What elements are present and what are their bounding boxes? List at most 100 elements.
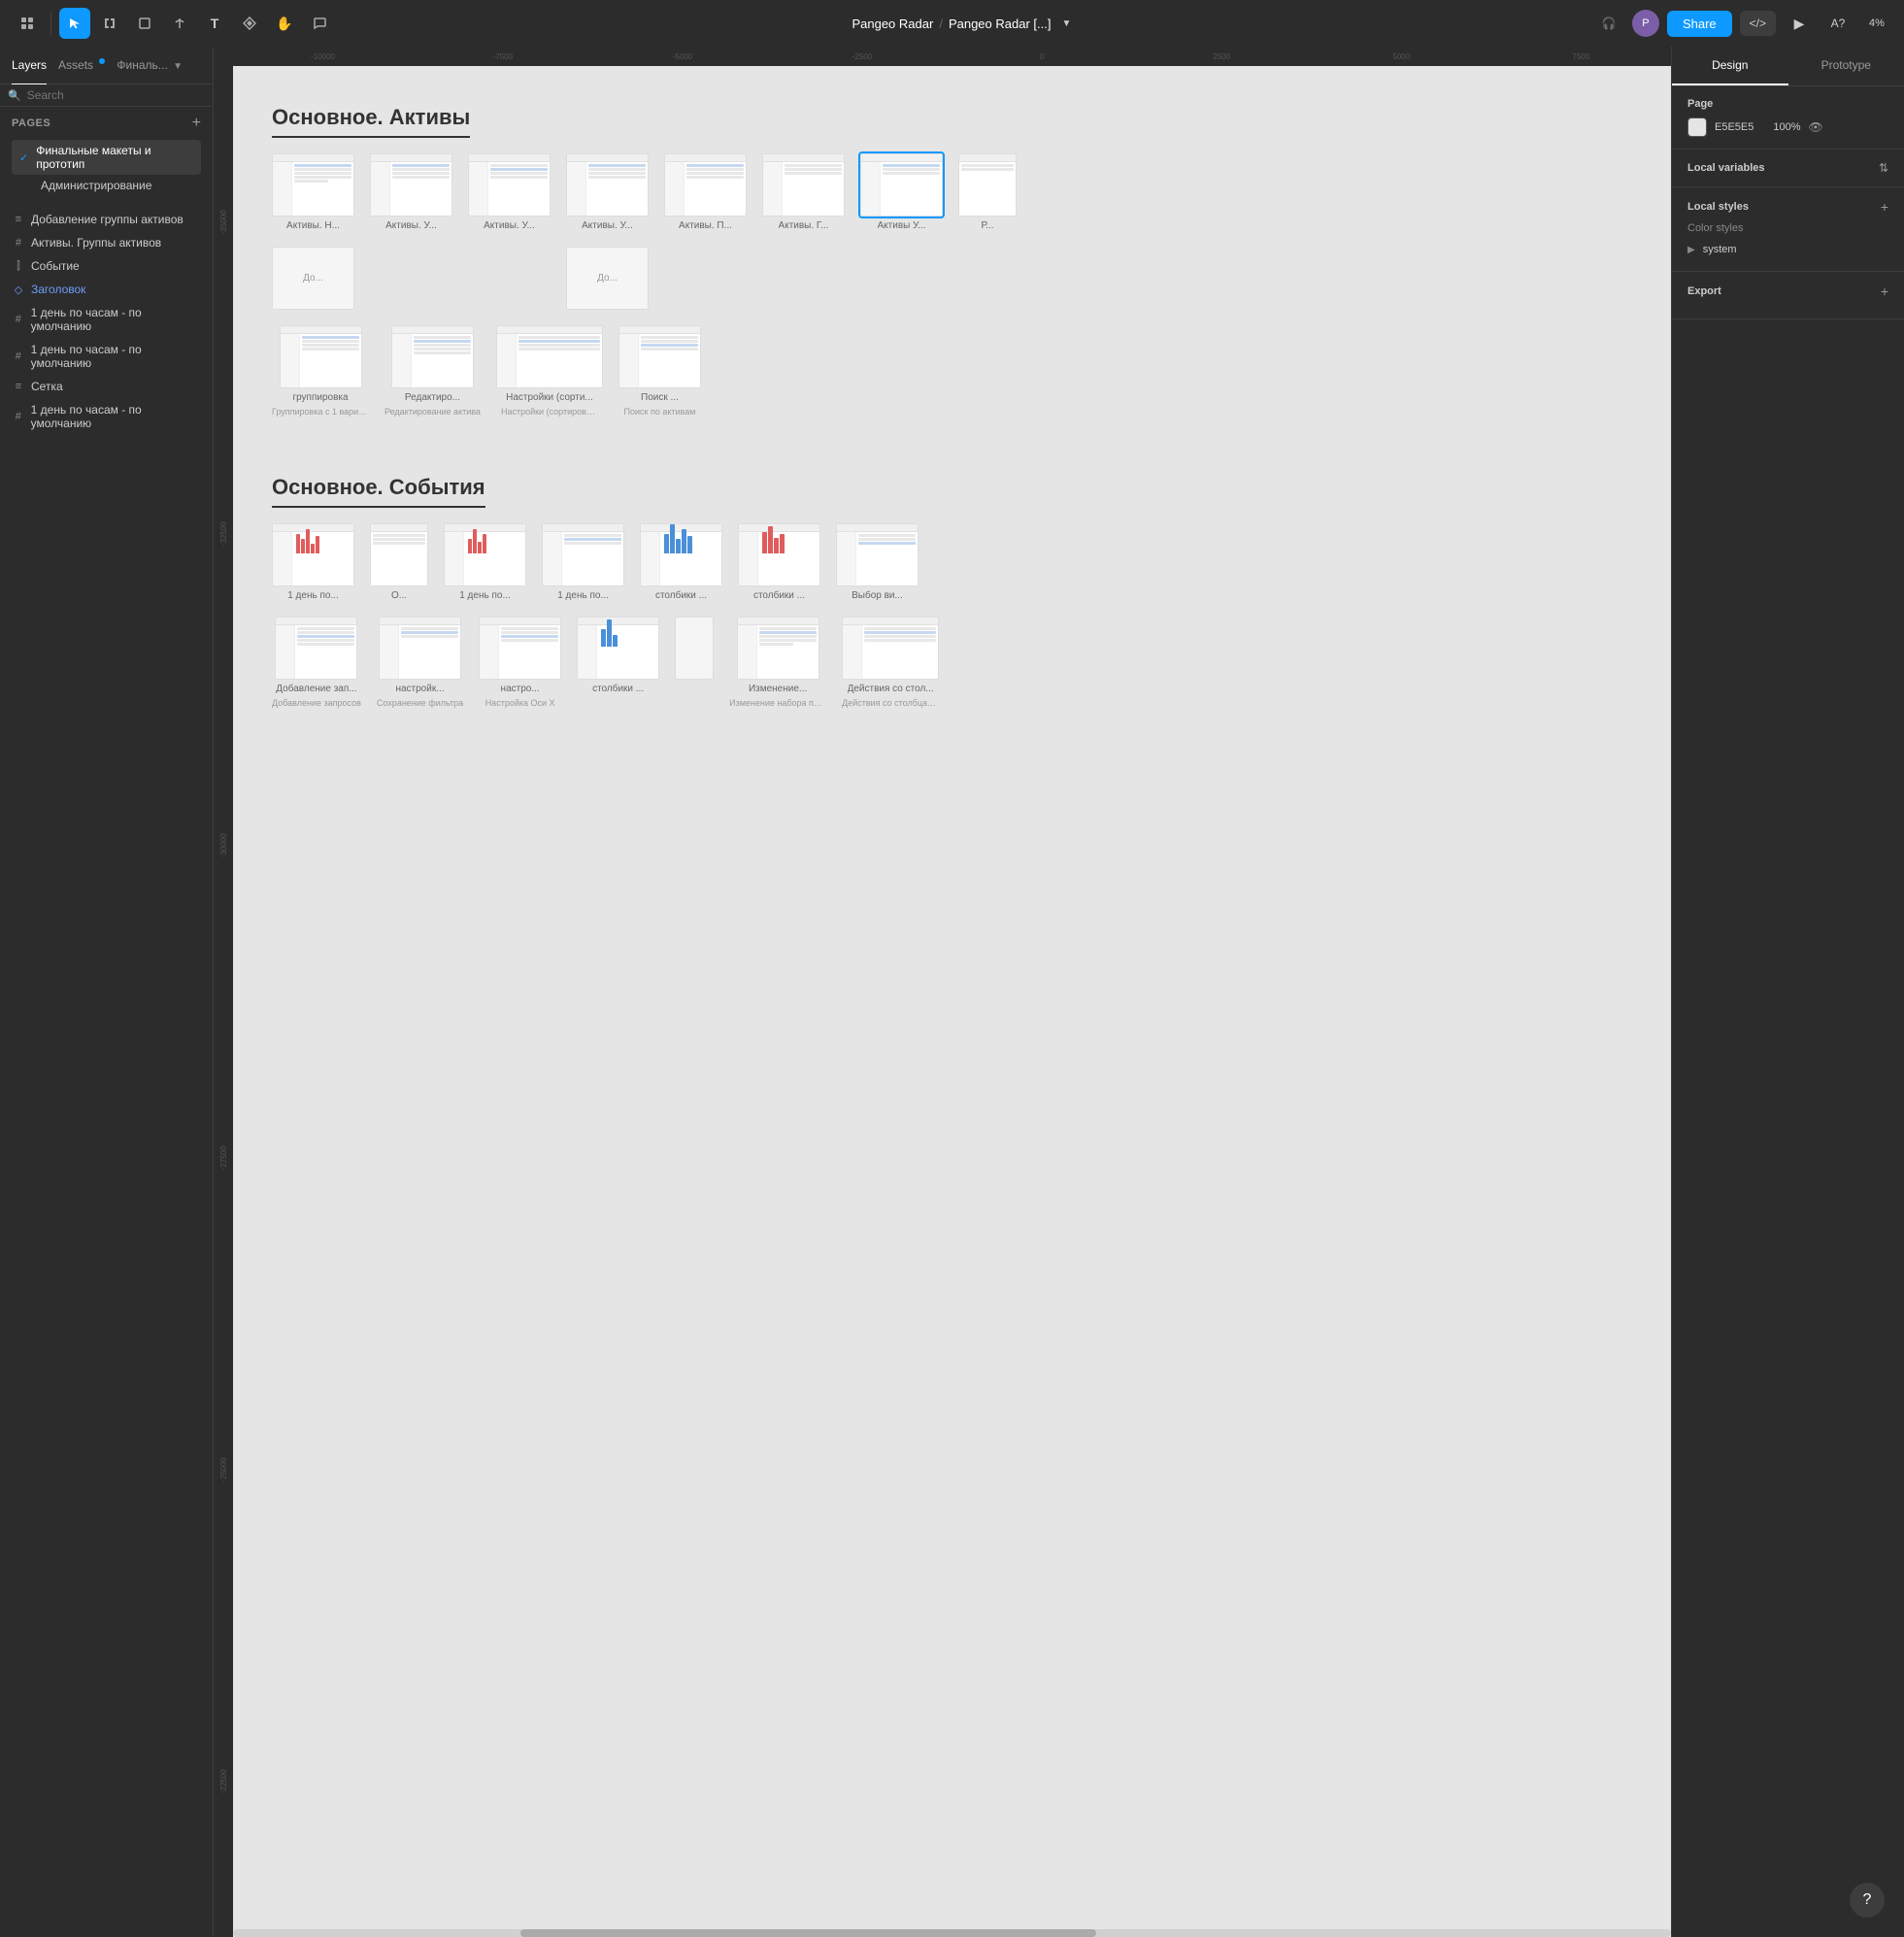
- page-checkmark: ✓: [19, 151, 28, 164]
- add-page-button[interactable]: +: [192, 115, 201, 132]
- color-style-system[interactable]: ▶ system: [1687, 240, 1888, 259]
- layer-item-3[interactable]: ◇ Заголовок: [0, 278, 213, 301]
- expand-icon: ▶: [1687, 245, 1695, 255]
- main-layout: Layers Assets Финаль... ▼ 🔍 Pages + ✓ Фи…: [0, 47, 1904, 1937]
- zoom-button[interactable]: 4%: [1861, 8, 1892, 39]
- share-button[interactable]: Share: [1667, 11, 1732, 37]
- section-assets-grid: Активы. Н... Активы. У...: [272, 153, 1632, 231]
- play-button[interactable]: ▶: [1784, 8, 1815, 39]
- tab-final-arrow: ▼: [173, 61, 183, 72]
- frame-item-a12[interactable]: До...: [566, 247, 649, 310]
- ruler-tick-4: 0: [952, 52, 1132, 61]
- frame-item-a8[interactable]: Р...: [958, 153, 1017, 231]
- frame-item-e5[interactable]: столбики ...: [640, 523, 722, 601]
- export-title: Export: [1687, 285, 1721, 297]
- frame-thumb-a4: [566, 153, 649, 217]
- frame-item-e13[interactable]: Изменение... Изменение набора полей: [729, 617, 826, 708]
- left-panel: Layers Assets Финаль... ▼ 🔍 Pages + ✓ Фи…: [0, 47, 214, 1937]
- layer-item-6[interactable]: ≡ Сетка: [0, 375, 213, 398]
- frame-item-a7[interactable]: Активы У...: [860, 153, 943, 231]
- frame-item-e8[interactable]: Добавление зап... Добавление запросов: [272, 617, 361, 708]
- pen-tool-button[interactable]: [164, 8, 195, 39]
- frame-thumb-e8: [275, 617, 357, 680]
- vruler-tick-1: -32500: [219, 378, 228, 689]
- frame-item-e3[interactable]: 1 день по...: [444, 523, 526, 601]
- frame-item-e14[interactable]: Действия со стол... Действия со столбцам…: [842, 617, 939, 708]
- layer-item-1[interactable]: # Активы. Группы активов: [0, 231, 213, 254]
- layer-label-7: 1 день по часам - по умолчанию: [31, 403, 201, 430]
- layer-item-0[interactable]: ≡ Добавление группы активов: [0, 208, 213, 231]
- pages-header: Pages +: [12, 115, 201, 132]
- frame-item-e10[interactable]: настро... Настройка Оси X: [479, 617, 561, 708]
- page-item-1[interactable]: ✓ Финальные макеты и прототип: [12, 140, 201, 175]
- tab-assets[interactable]: Assets: [58, 54, 105, 76]
- ruler-tick-2: -5000: [592, 52, 772, 61]
- add-local-style-button[interactable]: +: [1881, 199, 1888, 215]
- frame-item-a13[interactable]: группировка Группировка с 1 вариантом: [272, 325, 369, 417]
- code-button[interactable]: </>: [1740, 11, 1776, 36]
- frame-thumb-a2: [370, 153, 452, 217]
- frame-item-a5[interactable]: Активы. П...: [664, 153, 747, 231]
- frame-item-e2[interactable]: О...: [370, 523, 428, 601]
- visibility-icon[interactable]: 👁: [1809, 120, 1823, 134]
- frame-item-e12[interactable]: [675, 617, 714, 680]
- frame-item-e9[interactable]: настройк... Сохранение фильтра: [377, 617, 463, 708]
- frame-item-e4[interactable]: 1 день по...: [542, 523, 624, 601]
- frame-item-a6[interactable]: Активы. Г...: [762, 153, 845, 231]
- vertical-ruler: -35000 -32500 -30000 -27500 -25000 -2250…: [214, 66, 233, 1937]
- page-section-title: Page: [1687, 98, 1713, 110]
- frame-item-a1[interactable]: Активы. Н...: [272, 153, 354, 231]
- audio-button[interactable]: 🎧: [1593, 8, 1624, 39]
- tab-layers[interactable]: Layers: [12, 54, 47, 76]
- frame-item-e7[interactable]: Выбор ви...: [836, 523, 919, 601]
- layer-icon-3: ◇: [12, 284, 25, 296]
- frame-tool-button[interactable]: [94, 8, 125, 39]
- add-export-button[interactable]: +: [1881, 284, 1888, 299]
- local-vars-sort-button[interactable]: ⇅: [1879, 161, 1888, 175]
- page-color-swatch[interactable]: [1687, 117, 1707, 137]
- frame-label-a1: Активы. Н...: [286, 220, 340, 231]
- comment-tool-button[interactable]: [304, 8, 335, 39]
- section-events-grid-row1: 1 день по... О... 1 день: [272, 523, 1632, 601]
- frame-item-e11[interactable]: столбики ...: [577, 617, 659, 694]
- canvas-content[interactable]: Основное. Активы Активы. Н...: [233, 66, 1671, 1937]
- shape-tool-button[interactable]: ▼: [129, 8, 160, 39]
- frame-item-e1[interactable]: 1 день по...: [272, 523, 354, 601]
- frame-item-a3[interactable]: Активы. У...: [468, 153, 551, 231]
- section-assets-grid-row2: До... До...: [272, 247, 1632, 310]
- page-item-2[interactable]: Администрирование: [12, 175, 201, 196]
- canvas-area: -10000 -7500 -5000 -2500 0 2500 5000 750…: [214, 47, 1671, 1937]
- color-styles-label: Color styles: [1687, 222, 1888, 234]
- page-opacity-value: 100%: [1773, 121, 1800, 133]
- toolbar-title-part2: Pangeo Radar [...]: [949, 17, 1052, 31]
- page-section-header: Page: [1687, 98, 1888, 110]
- component-tool-button[interactable]: [234, 8, 265, 39]
- frame-item-a9[interactable]: До...: [272, 247, 354, 310]
- tab-prototype[interactable]: Prototype: [1788, 47, 1904, 85]
- frame-item-a14[interactable]: Редактиро... Редактирование актива: [384, 325, 481, 417]
- layer-item-4[interactable]: # 1 день по часам - по умолчанию: [0, 301, 213, 338]
- frame-item-a2[interactable]: Активы. У...: [370, 153, 452, 231]
- select-tool-button[interactable]: [59, 8, 90, 39]
- tab-design[interactable]: Design: [1672, 47, 1788, 85]
- frame-item-a15[interactable]: Настройки (сорти... Настройки (сортировк…: [496, 325, 603, 417]
- title-dropdown-button[interactable]: ▼: [1056, 14, 1076, 33]
- frame-item-a4[interactable]: Активы. У...: [566, 153, 649, 231]
- hand-tool-button[interactable]: ✋: [269, 8, 300, 39]
- svg-text:▼: ▼: [150, 22, 151, 29]
- ruler-tick-3: -2500: [772, 52, 952, 61]
- text-tool-button[interactable]: T: [199, 8, 230, 39]
- help-inline-button[interactable]: A?: [1822, 8, 1854, 39]
- main-menu-button[interactable]: [12, 8, 43, 39]
- frame-label-a15: Настройки (сорти...: [506, 392, 593, 403]
- tab-final[interactable]: Финаль... ▼: [117, 54, 183, 76]
- help-button[interactable]: ?: [1850, 1883, 1885, 1918]
- frame-item-a16[interactable]: Поиск ... Поиск по активам: [618, 325, 701, 417]
- layer-item-5[interactable]: # 1 день по часам - по умолчанию: [0, 338, 213, 375]
- canvas-scrollbar[interactable]: [233, 1929, 1671, 1937]
- search-input[interactable]: [27, 88, 205, 102]
- layer-item-7[interactable]: # 1 день по часам - по умолчанию: [0, 398, 213, 435]
- frame-thumb-a12: До...: [566, 247, 649, 310]
- layer-item-2[interactable]: ⫿ Событие: [0, 254, 213, 278]
- frame-item-e6[interactable]: столбики ...: [738, 523, 820, 601]
